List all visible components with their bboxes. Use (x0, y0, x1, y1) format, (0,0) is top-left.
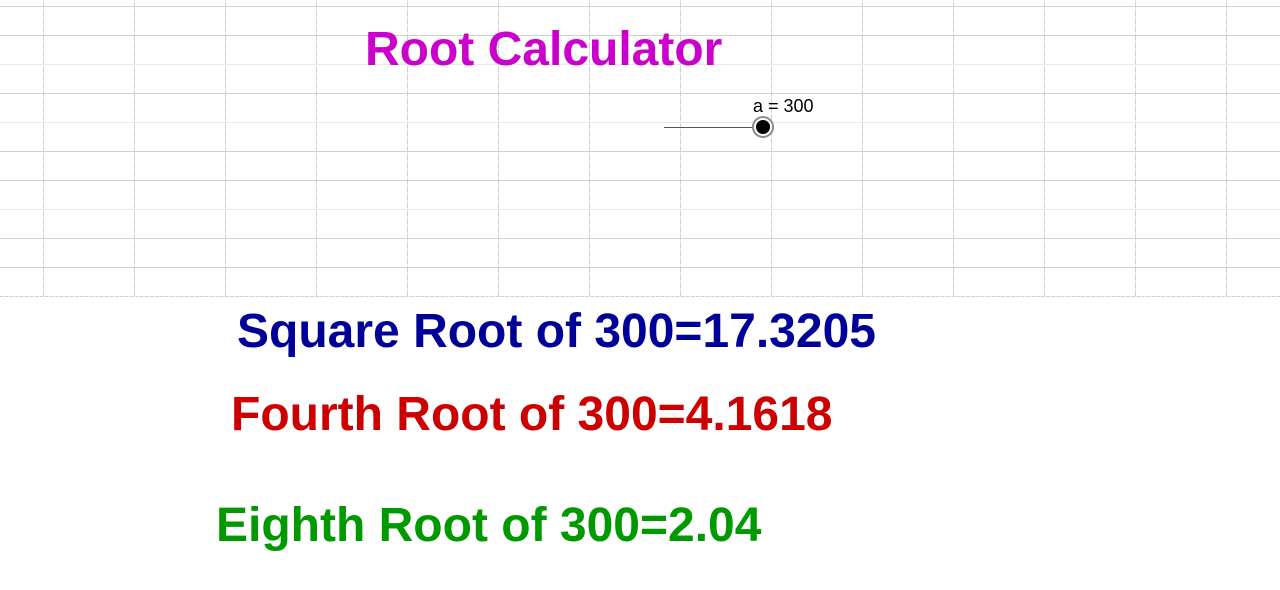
slider-track[interactable] (664, 127, 764, 128)
slider-handle[interactable] (756, 120, 770, 134)
square-root-result: Square Root of 300=17.3205 (237, 305, 876, 358)
slider-value-label: a = 300 (753, 96, 814, 116)
page-title: Root Calculator (365, 23, 723, 76)
grid-boundary-line (0, 296, 1280, 297)
eighth-root-result: Eighth Root of 300=2.04 (216, 499, 762, 552)
graphics-view[interactable]: Root Calculator a = 300 Square Root of 3… (0, 0, 1280, 590)
fourth-root-result: Fourth Root of 300=4.1618 (231, 388, 833, 441)
